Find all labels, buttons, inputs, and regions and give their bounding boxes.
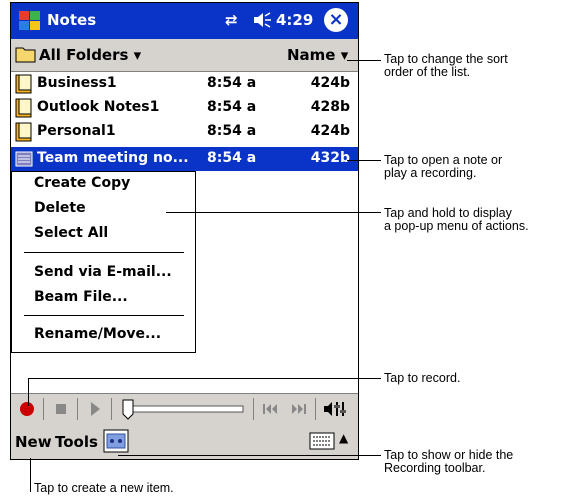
note-icon <box>15 122 32 142</box>
menu-item-select-all[interactable]: Select All <box>34 225 108 241</box>
chevron-down-icon: ▾ <box>340 46 349 64</box>
list-item[interactable]: Personal1 8:54 a 424b <box>11 120 358 144</box>
note-size: 424b <box>310 123 350 139</box>
list-header: All Folders ▾ Name ▾ <box>11 39 358 72</box>
device-screen: Notes ⇄ 4:29 × All Folders ▾ Name ▾ Busi… <box>10 2 359 460</box>
skip-forward-icon[interactable] <box>287 397 311 421</box>
windows-start-icon[interactable] <box>17 8 43 34</box>
new-menu[interactable]: New <box>15 433 52 451</box>
keyboard-icon[interactable] <box>309 431 335 451</box>
toolbar-divider <box>315 398 316 420</box>
menu-item-send-email[interactable]: Send via E-mail... <box>34 264 172 280</box>
folder-icon <box>15 47 36 63</box>
callout-text: a pop-up menu of actions. <box>384 219 529 233</box>
input-menu-arrow-icon[interactable]: ▲ <box>339 431 348 445</box>
list-item[interactable]: Outlook Notes1 8:54 a 428b <box>11 96 358 120</box>
note-time: 8:54 a <box>207 99 257 115</box>
toolbar-divider <box>253 398 254 420</box>
callout-open: Tap to open a note or play a recording. <box>384 154 502 180</box>
app-title: Notes <box>47 11 97 29</box>
tools-menu[interactable]: Tools <box>55 433 98 451</box>
recording-toolbar <box>11 393 358 425</box>
menu-divider <box>24 315 184 316</box>
chevron-down-icon: ▾ <box>133 46 142 64</box>
toolbar-divider <box>43 398 44 420</box>
command-bar: New Tools ▲ <box>11 423 358 459</box>
callout-toggle: Tap to show or hide the Recording toolba… <box>384 449 513 475</box>
menu-divider <box>24 252 184 253</box>
skip-back-icon[interactable] <box>258 397 282 421</box>
sort-dropdown[interactable]: Name ▾ <box>287 46 348 64</box>
callout-text: Recording toolbar. <box>384 461 486 475</box>
close-icon[interactable]: × <box>324 8 348 32</box>
callout-line-hold <box>166 212 381 213</box>
volume-icon[interactable] <box>251 9 273 31</box>
menu-item-rename-move[interactable]: Rename/Move... <box>34 326 161 342</box>
position-slider[interactable] <box>117 397 247 421</box>
connectivity-icon[interactable]: ⇄ <box>225 11 238 29</box>
callout-hold: Tap and hold to display a pop-up menu of… <box>384 207 529 233</box>
note-icon <box>15 98 32 118</box>
note-size: 428b <box>310 99 350 115</box>
note-size: 432b <box>310 150 350 166</box>
note-time: 8:54 a <box>207 150 257 166</box>
note-name: Team meeting no... <box>37 150 189 166</box>
note-name: Business1 <box>37 75 117 91</box>
callout-line-record <box>28 378 381 379</box>
callout-text: order of the list. <box>384 65 471 79</box>
stop-icon[interactable] <box>49 397 73 421</box>
callout-sort: Tap to change the sort order of the list… <box>384 53 508 79</box>
note-time: 8:54 a <box>207 123 257 139</box>
note-icon <box>15 74 32 94</box>
list-item[interactable]: Business1 8:54 a 424b <box>11 72 358 96</box>
recording-note-icon <box>15 151 33 167</box>
note-time: 8:54 a <box>207 75 257 91</box>
callout-text: play a recording. <box>384 166 477 180</box>
volume-adjust-icon[interactable] <box>321 397 349 421</box>
callout-line-sort <box>347 60 381 61</box>
callout-create: Tap to create a new item. <box>34 481 174 495</box>
callout-line-open <box>347 160 381 161</box>
note-name: Personal1 <box>37 123 116 139</box>
toolbar-divider <box>77 398 78 420</box>
clock[interactable]: 4:29 <box>276 11 313 29</box>
menu-item-delete[interactable]: Delete <box>34 200 86 216</box>
recording-toolbar-icon[interactable] <box>103 429 129 453</box>
folder-dropdown-label: All Folders <box>39 46 129 64</box>
toolbar-divider <box>111 398 112 420</box>
title-bar: Notes ⇄ 4:29 × <box>11 3 358 39</box>
callout-record: Tap to record. <box>384 371 461 385</box>
sort-dropdown-label: Name <box>287 46 336 64</box>
record-icon[interactable] <box>15 397 39 421</box>
note-name: Outlook Notes1 <box>37 99 160 115</box>
callout-line-record <box>28 378 29 406</box>
context-menu: Create Copy Delete Select All Send via E… <box>11 171 196 353</box>
folder-dropdown[interactable]: All Folders ▾ <box>39 46 141 64</box>
menu-item-create-copy[interactable]: Create Copy <box>34 175 130 191</box>
list-item-selected[interactable]: Team meeting no... 8:54 a 432b <box>11 147 358 171</box>
callout-line-create <box>30 458 31 492</box>
note-size: 424b <box>310 75 350 91</box>
menu-item-beam-file[interactable]: Beam File... <box>34 289 128 305</box>
callout-line-toggle <box>118 455 381 456</box>
play-icon[interactable] <box>83 397 107 421</box>
